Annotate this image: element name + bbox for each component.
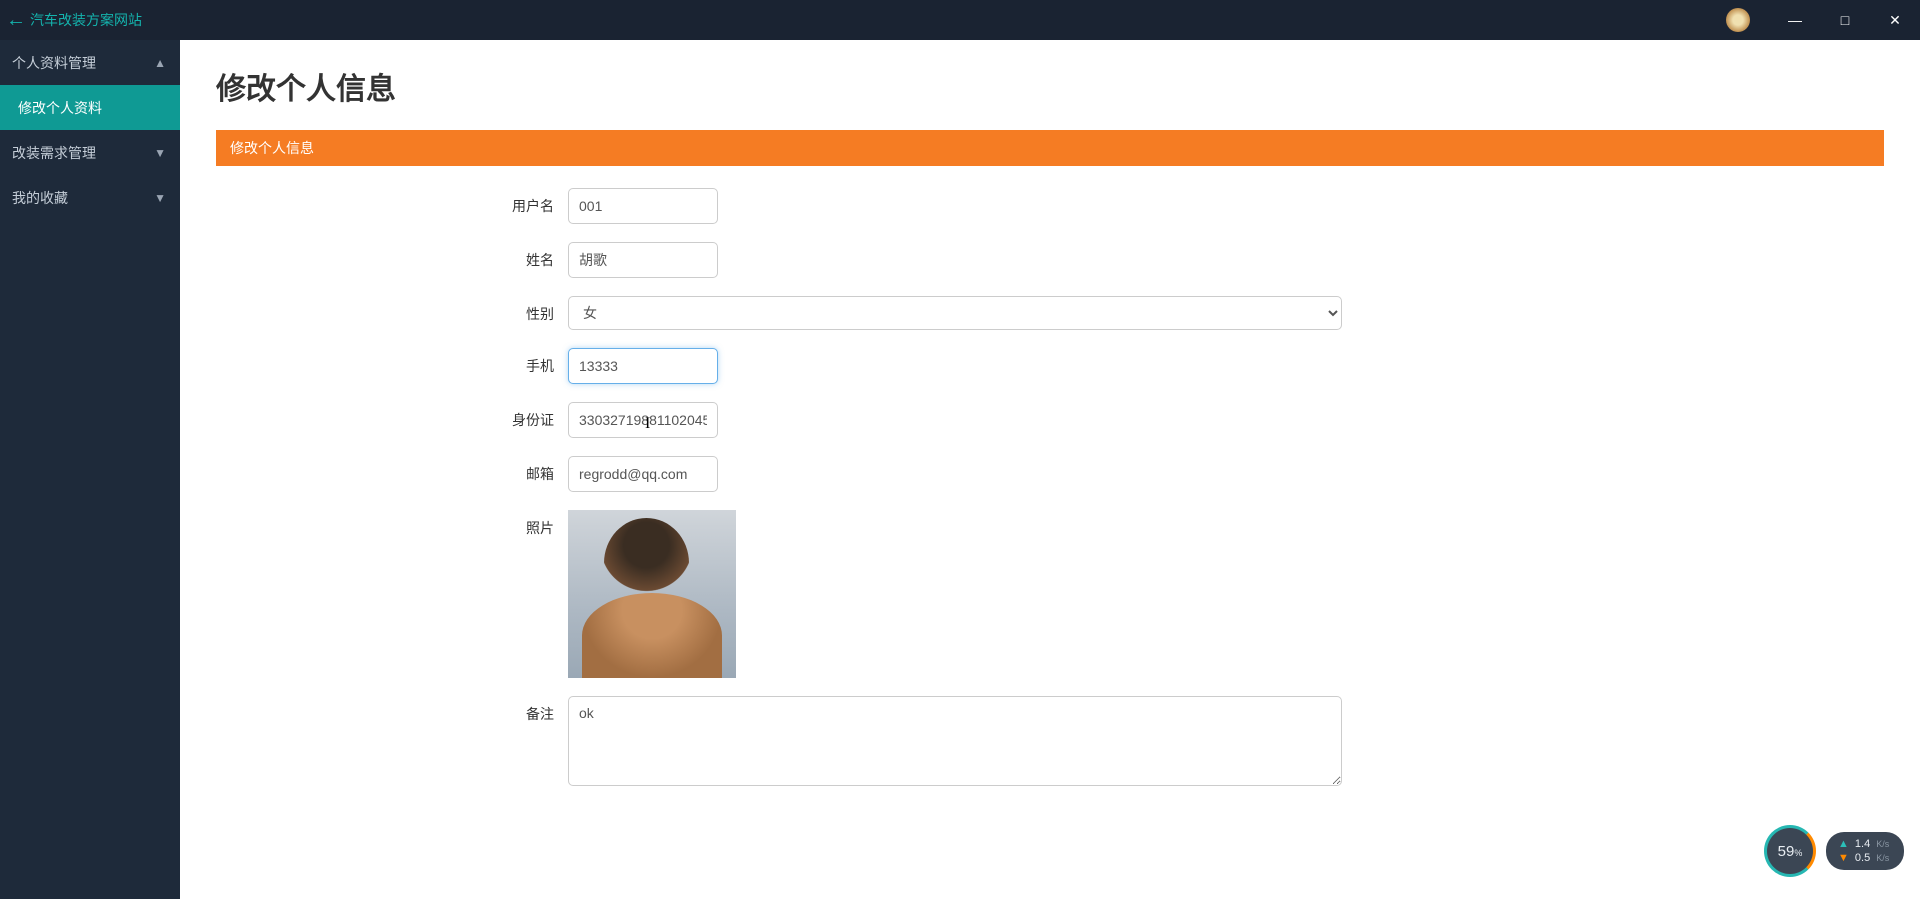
upload-value: 1.4 xyxy=(1855,838,1870,850)
app-title: 汽车改装方案网站 xyxy=(30,10,142,30)
back-arrow-icon[interactable]: ← xyxy=(6,9,26,32)
username-input[interactable] xyxy=(568,188,718,224)
titlebar-right: — □ ✕ xyxy=(1726,0,1920,40)
download-line: ▼ 0.5 K/s xyxy=(1838,852,1892,864)
username-label: 用户名 xyxy=(230,188,568,216)
network-widget[interactable]: 59% ▲ 1.4 K/s ▼ 0.5 K/s xyxy=(1764,825,1904,877)
download-value: 0.5 xyxy=(1855,852,1870,864)
title-bar: ← 汽车改装方案网站 — □ ✕ xyxy=(0,0,1920,40)
id-label: 身份证 xyxy=(230,402,568,430)
network-speed-pill: ▲ 1.4 K/s ▼ 0.5 K/s xyxy=(1826,832,1904,870)
sidebar-item-favorites[interactable]: 我的收藏 ▼ xyxy=(0,175,180,220)
sidebar-item-mod-request[interactable]: 改装需求管理 ▼ xyxy=(0,130,180,175)
panel-header: 修改个人信息 xyxy=(216,130,1884,166)
sidebar-item-label: 我的收藏 xyxy=(12,188,68,208)
download-unit: K/s xyxy=(1876,853,1889,863)
sidebar-item-label: 修改个人资料 xyxy=(18,98,102,118)
chevron-down-icon: ▼ xyxy=(154,146,166,160)
row-photo: 照片 xyxy=(230,510,1870,678)
gender-label: 性别 xyxy=(230,296,568,324)
row-gender: 性别 女 xyxy=(230,296,1870,330)
phone-input[interactable] xyxy=(568,348,718,384)
panel-body: 用户名 姓名 性别 女 手机 身份证 邮箱 xyxy=(216,166,1884,818)
download-arrow-icon: ▼ xyxy=(1838,852,1849,864)
name-input[interactable] xyxy=(568,242,718,278)
row-remark: 备注 xyxy=(230,696,1870,786)
phone-label: 手机 xyxy=(230,348,568,376)
titlebar-left: ← 汽车改装方案网站 xyxy=(6,9,142,32)
remark-textarea[interactable] xyxy=(568,696,1342,786)
chevron-down-icon: ▼ xyxy=(154,191,166,205)
avatar[interactable] xyxy=(1726,8,1750,32)
photo-image xyxy=(568,510,736,678)
photo-label: 照片 xyxy=(230,510,568,538)
remark-label: 备注 xyxy=(230,696,568,724)
sidebar-item-label: 改装需求管理 xyxy=(12,143,96,163)
minimize-button[interactable]: — xyxy=(1770,0,1820,40)
sidebar-item-edit-profile[interactable]: 修改个人资料 xyxy=(0,85,180,130)
sidebar: 个人资料管理 ▲ 修改个人资料 改装需求管理 ▼ 我的收藏 ▼ xyxy=(0,40,180,899)
network-usage-circle: 59% xyxy=(1764,825,1816,877)
chevron-up-icon: ▲ xyxy=(154,56,166,70)
email-label: 邮箱 xyxy=(230,456,568,484)
row-username: 用户名 xyxy=(230,188,1870,224)
upload-line: ▲ 1.4 K/s xyxy=(1838,838,1892,850)
sidebar-item-profile-mgmt[interactable]: 个人资料管理 ▲ xyxy=(0,40,180,85)
name-label: 姓名 xyxy=(230,242,568,270)
row-phone: 手机 xyxy=(230,348,1870,384)
email-input[interactable] xyxy=(568,456,718,492)
percent-unit: % xyxy=(1794,848,1802,858)
main-container: 个人资料管理 ▲ 修改个人资料 改装需求管理 ▼ 我的收藏 ▼ 修改个人信息 修… xyxy=(0,40,1920,899)
id-input[interactable] xyxy=(568,402,718,438)
page-title: 修改个人信息 xyxy=(216,64,1884,108)
photo-preview[interactable] xyxy=(568,510,736,678)
upload-unit: K/s xyxy=(1876,839,1889,849)
maximize-button[interactable]: □ xyxy=(1820,0,1870,40)
close-button[interactable]: ✕ xyxy=(1870,0,1920,40)
content-area: 修改个人信息 修改个人信息 用户名 姓名 性别 女 手机 xyxy=(180,40,1920,899)
gender-select[interactable]: 女 xyxy=(568,296,1342,330)
sidebar-item-label: 个人资料管理 xyxy=(12,53,96,73)
network-percent: 59 xyxy=(1778,843,1795,860)
upload-arrow-icon: ▲ xyxy=(1838,838,1849,850)
row-email: 邮箱 xyxy=(230,456,1870,492)
row-name: 姓名 xyxy=(230,242,1870,278)
row-id: 身份证 xyxy=(230,402,1870,438)
